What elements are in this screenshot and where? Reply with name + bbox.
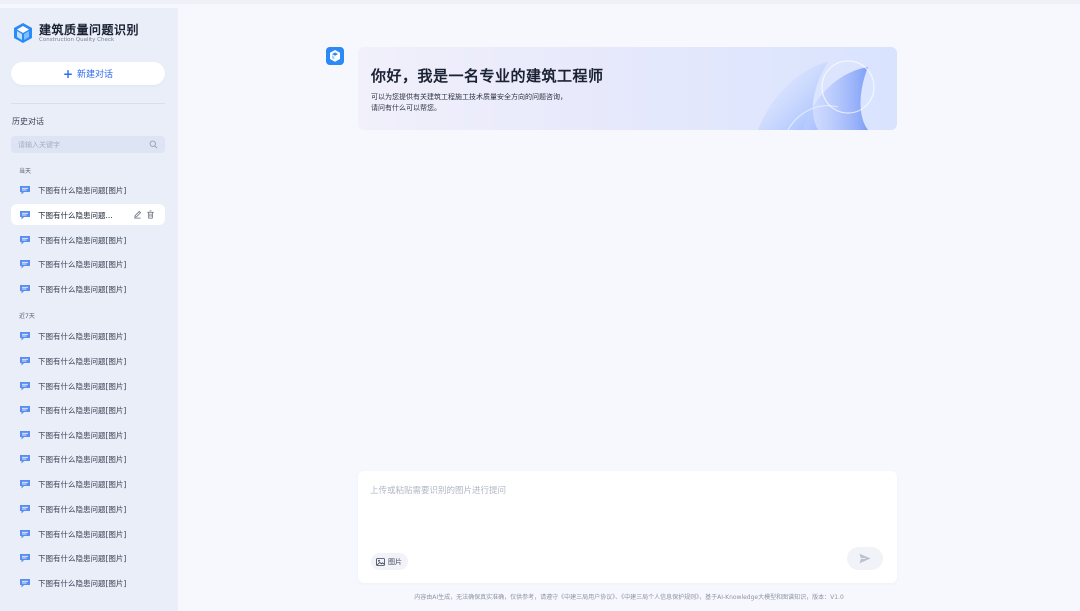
chat-bubble-icon bbox=[20, 332, 30, 341]
history-item[interactable]: 下图有什么隐患问题[图片] bbox=[11, 375, 165, 396]
history-item[interactable]: 下图有什么隐患问题[图片] bbox=[11, 572, 165, 593]
chat-bubble-icon bbox=[20, 530, 30, 539]
brand: 建筑质量问题识别 Construction Quality Check bbox=[12, 20, 172, 50]
trash-icon[interactable] bbox=[146, 210, 155, 219]
send-icon bbox=[859, 553, 871, 564]
chat-bubble-icon bbox=[20, 554, 30, 563]
group-label-last-7-days: 近7天 bbox=[19, 313, 35, 320]
cube-logo-icon bbox=[14, 23, 32, 43]
chat-bubble-icon bbox=[20, 211, 30, 220]
app-subtitle: Construction Quality Check bbox=[39, 37, 115, 43]
chat-bubble-icon bbox=[20, 186, 30, 195]
sidebar: 建筑质量问题识别 Construction Quality Check + 新建… bbox=[0, 8, 178, 611]
history-item-label: 下图有什么隐患问题[图片] bbox=[38, 579, 127, 588]
send-button[interactable] bbox=[847, 547, 883, 570]
chat-bubble-icon bbox=[20, 382, 30, 391]
image-icon bbox=[376, 557, 385, 566]
chat-bubble-icon bbox=[20, 480, 30, 489]
history-item[interactable]: 下图有什么隐患问题[图片] bbox=[11, 350, 165, 371]
chat-bubble-icon bbox=[20, 285, 30, 294]
chat-bubble-icon bbox=[20, 579, 30, 588]
welcome-title: 你好，我是一名专业的建筑工程师 bbox=[371, 67, 604, 85]
history-item[interactable]: 下图有什么隐患问题[图片] bbox=[11, 424, 165, 445]
history-item[interactable]: 下图有什么隐患问题[图片] bbox=[11, 325, 165, 346]
history-title: 历史对话 bbox=[12, 117, 44, 126]
welcome-line-2: 请问有什么可以帮您。 bbox=[371, 104, 441, 112]
chat-bubble-icon bbox=[20, 406, 30, 415]
history-item-label: 下图有什么隐患问题[图片] bbox=[38, 236, 127, 245]
chat-bubble-icon bbox=[20, 431, 30, 440]
history-item[interactable]: 下图有什么隐患问题[图片] bbox=[11, 498, 165, 519]
history-item-label: 下图有什么隐患问题... bbox=[38, 211, 113, 220]
chat-bubble-icon bbox=[20, 236, 30, 245]
welcome-card: 你好，我是一名专业的建筑工程师 可以为您提供有关建筑工程施工技术质量安全方向的问… bbox=[358, 47, 897, 130]
group-label-today: 当天 bbox=[19, 168, 32, 175]
history-search-input[interactable] bbox=[18, 138, 146, 151]
history-item-label: 下图有什么隐患问题[图片] bbox=[38, 186, 127, 195]
new-chat-label: 新建对话 bbox=[77, 70, 114, 80]
image-upload-label: 图片 bbox=[388, 557, 402, 566]
history-item[interactable]: 下图有什么隐患问题[图片] bbox=[11, 399, 165, 420]
chat-bubble-icon bbox=[20, 357, 30, 366]
abstract-3d-illustration bbox=[758, 60, 875, 130]
history-item-label: 下图有什么隐患问题[图片] bbox=[38, 285, 127, 294]
sidebar-divider bbox=[11, 103, 165, 104]
bot-avatar-icon bbox=[326, 47, 344, 65]
message-input[interactable] bbox=[370, 484, 870, 534]
history-item-label: 下图有什么隐患问题[图片] bbox=[38, 480, 127, 489]
history-item-label: 下图有什么隐患问题[图片] bbox=[38, 260, 127, 269]
history-search bbox=[11, 136, 165, 153]
app-title: 建筑质量问题识别 bbox=[39, 23, 140, 37]
history-item[interactable]: 下图有什么隐患问题[图片] bbox=[11, 448, 165, 469]
history-item-label: 下图有什么隐患问题[图片] bbox=[38, 554, 127, 563]
history-item[interactable]: 下图有什么隐患问题[图片] bbox=[11, 523, 165, 544]
chat-bubble-icon bbox=[20, 455, 30, 464]
history-item-label: 下图有什么隐患问题[图片] bbox=[38, 406, 127, 415]
history-item[interactable]: 下图有什么隐患问题[图片] bbox=[11, 179, 165, 200]
chat-bubble-icon bbox=[20, 260, 30, 269]
disclaimer-footer: 内容由AI生成，无法确保真实准确，仅供参考，请遵守《中建三局用户协议》、《中建三… bbox=[414, 594, 844, 601]
history-item-label: 下图有什么隐患问题[图片] bbox=[38, 332, 127, 341]
chat-main: 你好，我是一名专业的建筑工程师 可以为您提供有关建筑工程施工技术质量安全方向的问… bbox=[178, 8, 1080, 611]
history-item-label: 下图有什么隐患问题[图片] bbox=[38, 530, 127, 539]
history-item[interactable]: 下图有什么隐患问题[图片] bbox=[11, 229, 165, 250]
history-item[interactable]: 下图有什么隐患问题[图片] bbox=[11, 253, 165, 274]
chat-bubble-icon bbox=[20, 505, 30, 514]
history-item[interactable]: 下图有什么隐患问题[图片] bbox=[11, 547, 165, 568]
edit-icon[interactable] bbox=[133, 210, 142, 219]
welcome-line-1: 可以为您提供有关建筑工程施工技术质量安全方向的问题咨询， bbox=[371, 93, 567, 101]
plus-icon: + bbox=[62, 66, 74, 81]
app-window: 建筑质量问题识别 Construction Quality Check + 新建… bbox=[0, 0, 1080, 611]
history-item[interactable]: 下图有什么隐患问题[图片] bbox=[11, 473, 165, 494]
history-item-active[interactable]: 下图有什么隐患问题... bbox=[11, 204, 165, 225]
history-item-label: 下图有什么隐患问题[图片] bbox=[38, 357, 127, 366]
search-icon[interactable] bbox=[149, 140, 158, 149]
history-item[interactable]: 下图有什么隐患问题[图片] bbox=[11, 278, 165, 299]
message-composer: 图片 bbox=[358, 471, 897, 583]
image-upload-button[interactable]: 图片 bbox=[371, 553, 408, 570]
history-item-label: 下图有什么隐患问题[图片] bbox=[38, 382, 127, 391]
history-item-label: 下图有什么隐患问题[图片] bbox=[38, 431, 127, 440]
history-item-label: 下图有什么隐患问题[图片] bbox=[38, 505, 127, 514]
new-chat-button[interactable]: + 新建对话 bbox=[11, 62, 165, 85]
history-item-label: 下图有什么隐患问题[图片] bbox=[38, 455, 127, 464]
